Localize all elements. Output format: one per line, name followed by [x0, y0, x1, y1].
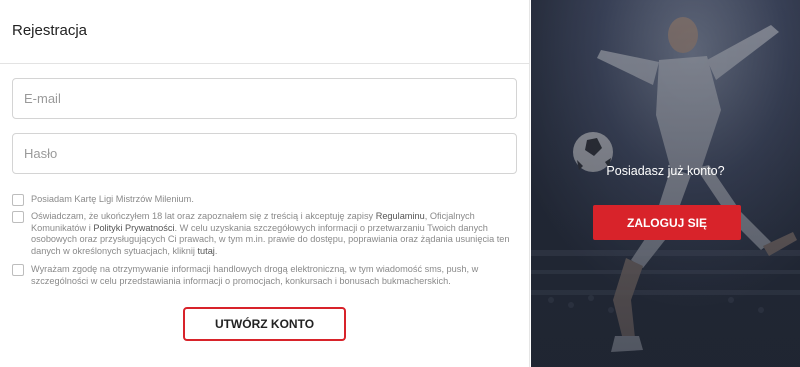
consent-marketing-checkbox[interactable] [12, 264, 24, 276]
have-account-text: Posiadasz już konto? [606, 164, 725, 178]
password-field[interactable] [12, 133, 517, 174]
consent-terms-text-part: . [214, 245, 218, 256]
consent-card-holder: Posiadam Kartę Ligi Mistrzów Milenium. [12, 194, 512, 206]
regulations-link[interactable]: Regulaminu [376, 211, 425, 221]
create-account-button[interactable]: UTWÓRZ KONTO [183, 307, 346, 341]
consent-marketing-text: Wyrażam zgodę na otrzymywanie informacji… [31, 264, 479, 286]
consent-card-holder-checkbox[interactable] [12, 194, 24, 206]
details-here-link[interactable]: tutaj [197, 246, 214, 256]
consent-marketing: Wyrażam zgodę na otrzymywanie informacji… [12, 264, 512, 287]
login-promo-panel: Posiadasz już konto? ZALOGUJ SIĘ [531, 0, 800, 367]
football-player-background-image [531, 0, 800, 367]
consent-terms-text: Oświadczam, że ukończyłem 18 lat oraz za… [31, 211, 512, 257]
privacy-policy-link[interactable]: Polityki Prywatności [93, 223, 174, 233]
login-button[interactable]: ZALOGUJ SIĘ [593, 205, 741, 240]
email-field[interactable] [12, 78, 517, 119]
page-title: Rejestracja [12, 22, 88, 39]
consent-card-holder-text: Posiadam Kartę Ligi Mistrzów Milenium. [31, 194, 194, 204]
header-divider [0, 63, 530, 64]
consent-terms: Oświadczam, że ukończyłem 18 lat oraz za… [12, 211, 512, 257]
registration-panel: Rejestracja Posiadam Kartę Ligi Mistrzów… [0, 0, 530, 367]
consent-terms-text-part: Oświadczam, że ukończyłem 18 lat oraz za… [31, 211, 376, 221]
consent-terms-checkbox[interactable] [12, 211, 24, 223]
